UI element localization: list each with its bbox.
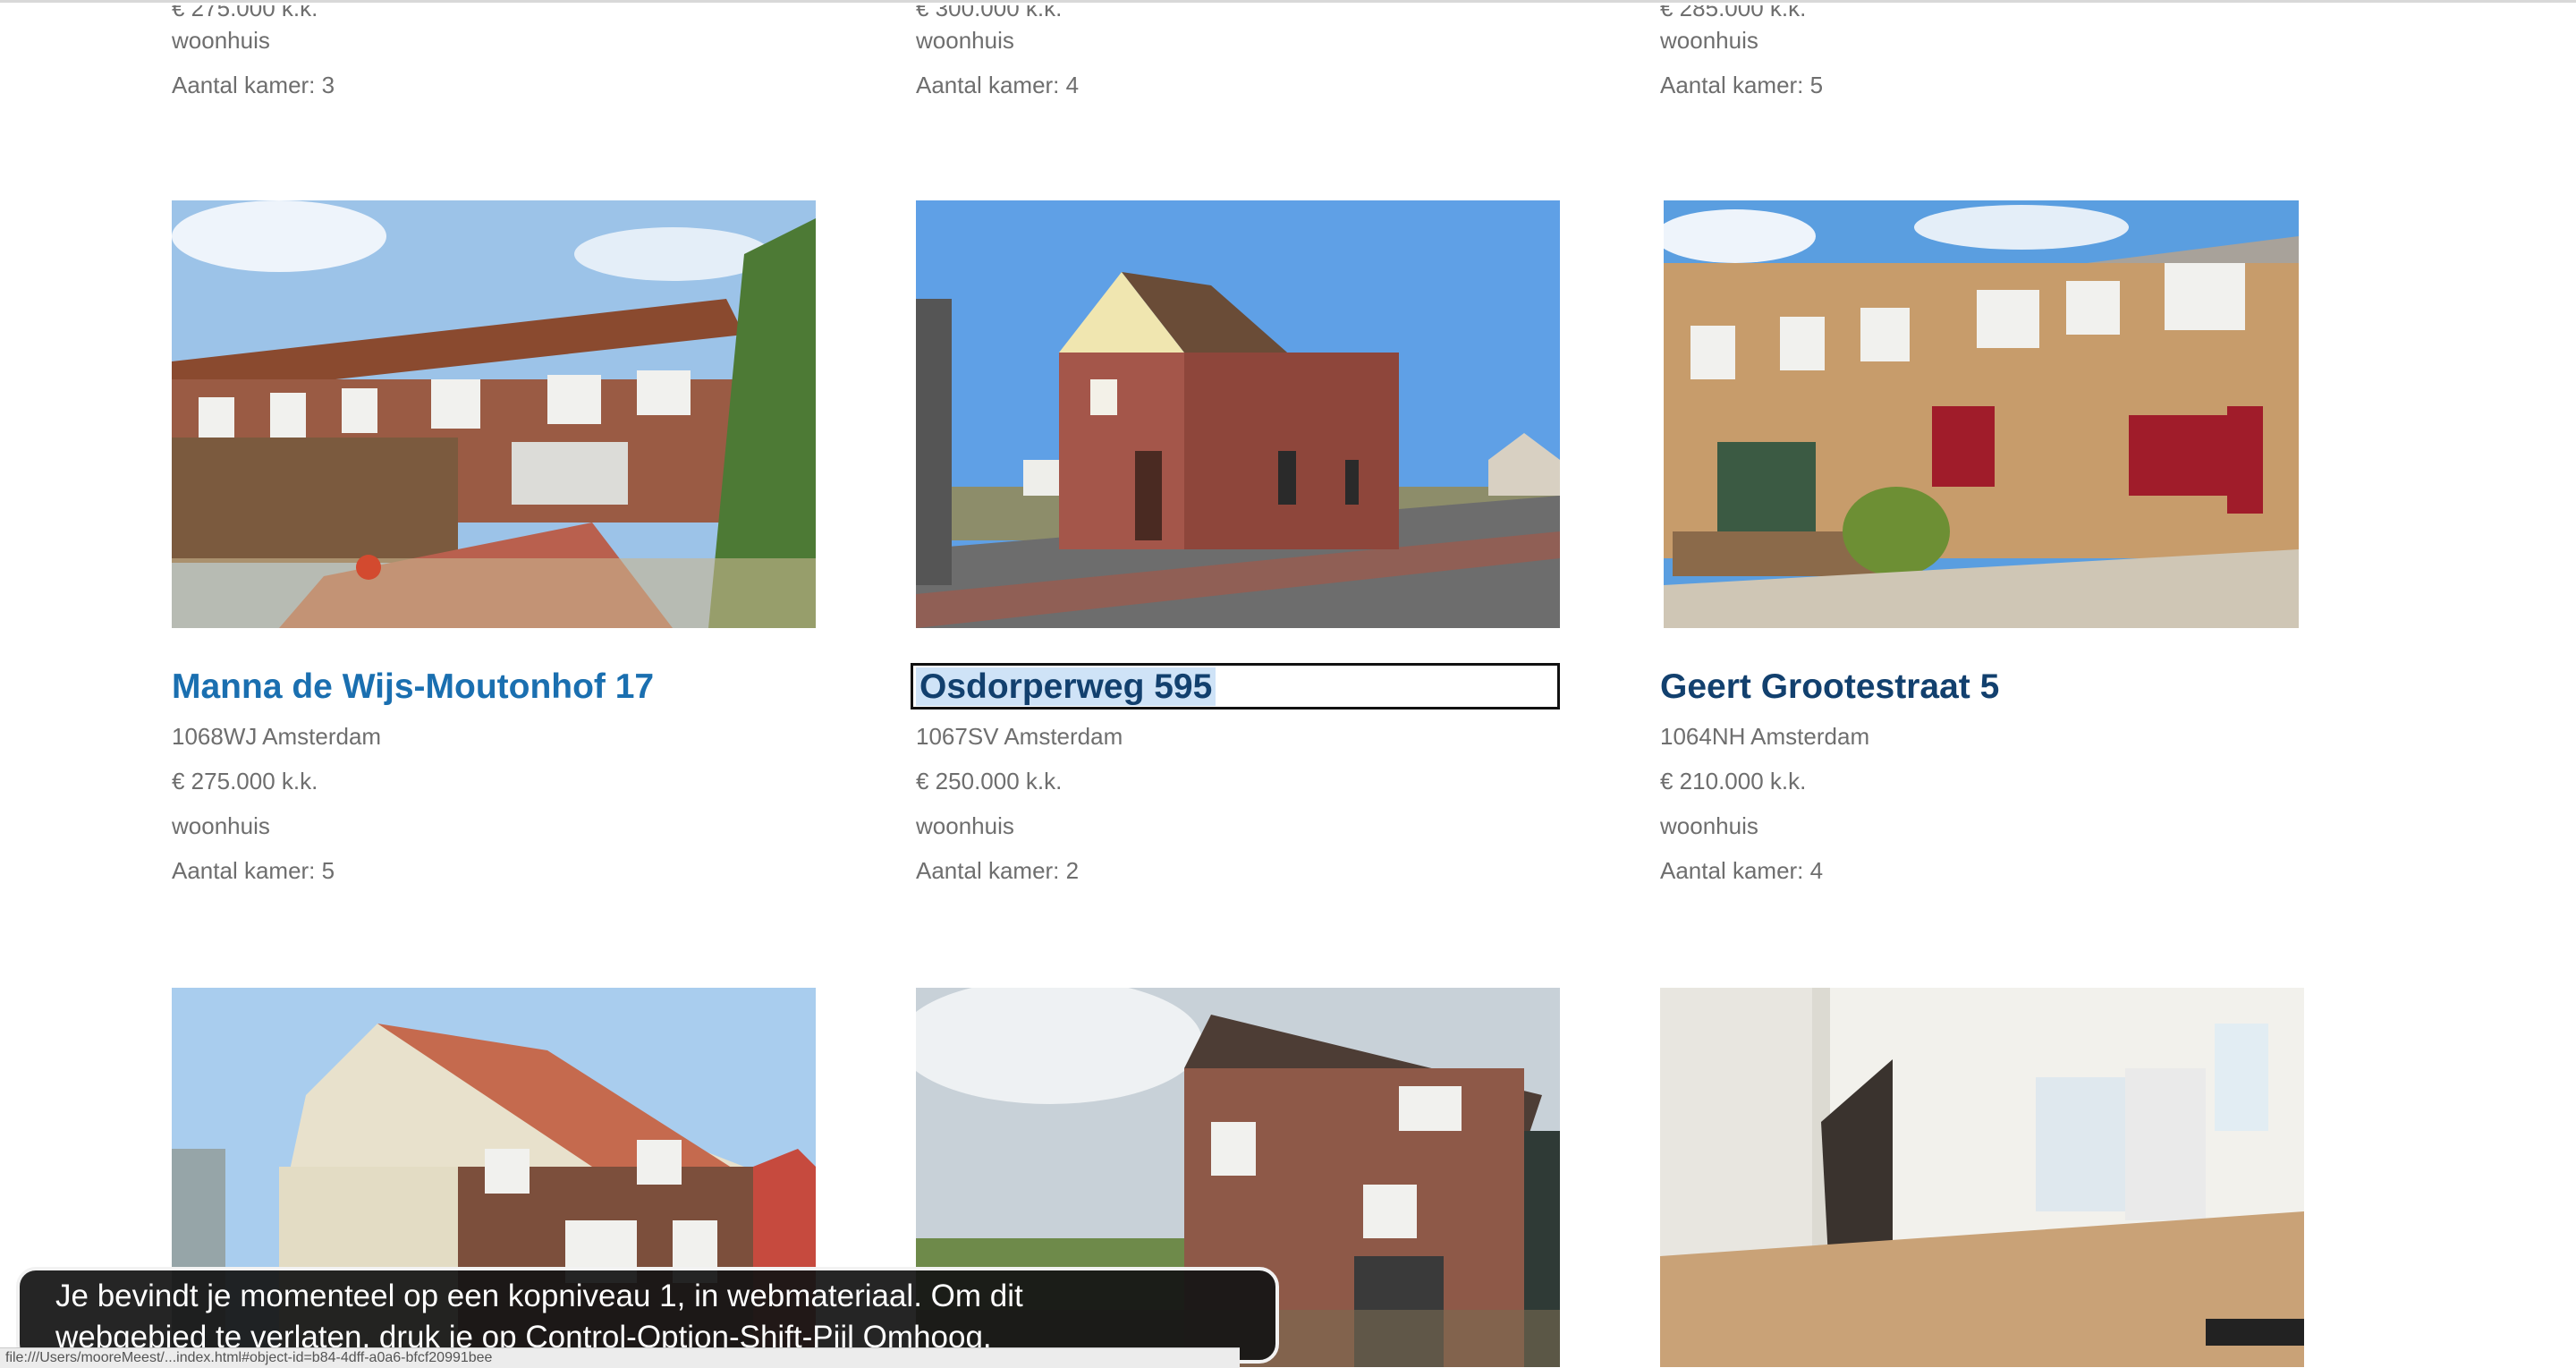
listing-postcode: 1068WJ Amsterdam (172, 723, 382, 750)
listing-price: € 250.000 k.k. (916, 768, 1063, 794)
listing-photo-osdorperweg[interactable] (916, 200, 1560, 628)
selected-text: Osdorperweg 595 (916, 667, 1216, 706)
listing-photo-manna-de-wijs[interactable] (172, 200, 816, 628)
listing-postcode: 1064NH Amsterdam (1660, 723, 1870, 750)
listing-rooms: Aantal kamer: 4 (1660, 857, 1824, 884)
listing-0-details: € 275.000 k.k. woonhuis Aantal kamer: 3 (172, 5, 335, 107)
listing-price: € 275.000 k.k. (172, 0, 318, 21)
listing-rooms: Aantal kamer: 2 (916, 857, 1080, 884)
listing-price: € 300.000 k.k. (916, 0, 1063, 21)
listing-type: woonhuis (916, 812, 1014, 839)
listing-price: € 285.000 k.k. (1660, 0, 1807, 21)
listing-price: € 210.000 k.k. (1660, 768, 1807, 794)
listing-rooms: Aantal kamer: 5 (172, 857, 335, 884)
listing-5-details: 1064NH Amsterdam € 210.000 k.k. woonhuis… (1660, 714, 1869, 893)
listing-postcode: 1067SV Amsterdam (916, 723, 1123, 750)
listing-type: woonhuis (172, 812, 270, 839)
listing-rooms: Aantal kamer: 3 (172, 72, 335, 98)
browser-top-edge (0, 0, 2576, 3)
status-bar-url: file:///Users/mooreMeest/...index.html#o… (0, 1347, 1240, 1368)
listing-2-details: € 285.000 k.k. woonhuis Aantal kamer: 5 (1660, 5, 1824, 107)
listing-title-link[interactable]: Geert Grootestraat 5 (1660, 667, 1999, 707)
listing-photo-geert-grootestraat[interactable] (1664, 200, 2299, 628)
listing-rooms: Aantal kamer: 4 (916, 72, 1080, 98)
listing-type: woonhuis (1660, 812, 1758, 839)
listing-rooms: Aantal kamer: 5 (1660, 72, 1824, 98)
listing-title-link-focused[interactable]: Osdorperweg 595 (916, 667, 1216, 707)
listing-price: € 275.000 k.k. (172, 768, 318, 794)
listing-4-details: 1067SV Amsterdam € 250.000 k.k. woonhuis… (916, 714, 1123, 893)
listing-1-details: € 300.000 k.k. woonhuis Aantal kamer: 4 (916, 5, 1080, 107)
listing-photo-house-9[interactable] (1660, 988, 2304, 1367)
listing-3-details: 1068WJ Amsterdam € 275.000 k.k. woonhuis… (172, 714, 381, 893)
voiceover-caption-line: Je bevindt je momenteel op een kopniveau… (55, 1279, 1023, 1313)
listing-title-link[interactable]: Manna de Wijs-Moutonhof 17 (172, 667, 654, 707)
